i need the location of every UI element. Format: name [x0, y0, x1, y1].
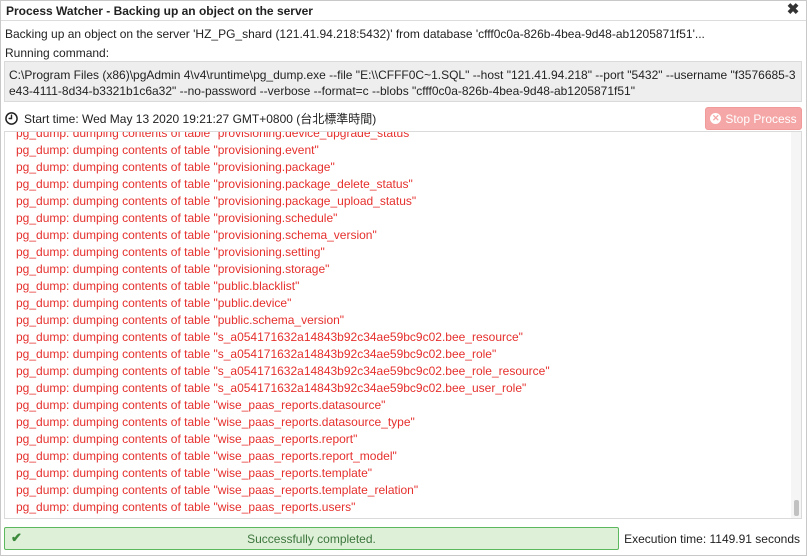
start-time: Start time: Wed May 13 2020 19:21:27 GMT…	[24, 111, 377, 126]
log-line: pg_dump: dumping contents of table "publ…	[16, 296, 292, 310]
log-line: pg_dump: dumping contents of table "wise…	[16, 500, 356, 514]
log-line: pg_dump: dumping contents of table "wise…	[16, 449, 397, 463]
log-line: pg_dump: dumping contents of table "publ…	[16, 313, 345, 327]
log-line: pg_dump: dumping contents of table "prov…	[16, 131, 414, 140]
process-description: Backing up an object on the server 'HZ_P…	[5, 27, 705, 41]
log-line: pg_dump: dumping contents of table "prov…	[16, 262, 330, 276]
title-bar[interactable]: Process Watcher - Backing up an object o…	[1, 1, 806, 21]
log-lines: pg_dump: dumping contents of table "prov…	[5, 131, 789, 516]
log-line: pg_dump: dumping contents of table "s_a0…	[16, 330, 523, 344]
log-line: pg_dump: dumping contents of table "prov…	[16, 160, 335, 174]
stop-process-button[interactable]: ✕ Stop Process	[705, 107, 802, 130]
command-label: Running command:	[5, 46, 110, 60]
stop-circle-icon: ✕	[710, 113, 722, 124]
scrollbar-thumb[interactable]	[794, 500, 799, 516]
status-message: Successfully completed.	[247, 532, 376, 546]
execution-time: Execution time: 1149.91 seconds	[624, 532, 800, 546]
log-line: pg_dump: dumping contents of table "s_a0…	[16, 347, 497, 361]
log-line: pg_dump: dumping contents of table "wise…	[16, 466, 373, 480]
start-time-row: Start time: Wed May 13 2020 19:21:27 GMT…	[5, 110, 376, 126]
log-line: pg_dump: dumping contents of table "wise…	[16, 415, 415, 429]
log-line: pg_dump: dumping contents of table "s_a0…	[16, 381, 527, 395]
log-line: pg_dump: dumping contents of table "wise…	[16, 432, 358, 446]
log-scrollbar[interactable]	[791, 132, 801, 518]
log-line: pg_dump: dumping contents of table "wise…	[16, 398, 386, 412]
dialog-title: Process Watcher - Backing up an object o…	[6, 4, 313, 18]
log-line: pg_dump: dumping contents of table "s_a0…	[16, 364, 550, 378]
log-line: pg_dump: dumping contents of table "prov…	[16, 211, 338, 225]
log-line: pg_dump: dumping contents of table "publ…	[16, 279, 300, 293]
log-line: pg_dump: dumping contents of table "prov…	[16, 177, 413, 191]
log-line: pg_dump: dumping contents of table "wise…	[16, 483, 419, 497]
close-icon[interactable]: ✖	[786, 2, 800, 18]
clock-icon	[5, 111, 18, 125]
log-line: pg_dump: dumping contents of table "prov…	[16, 245, 325, 259]
log-line: pg_dump: dumping contents of table "prov…	[16, 228, 377, 242]
process-log[interactable]: pg_dump: dumping contents of table "prov…	[4, 131, 802, 519]
stop-process-label: Stop Process	[725, 111, 797, 126]
process-watcher-dialog: Process Watcher - Backing up an object o…	[0, 0, 807, 556]
command-text: C:\Program Files (x86)\pgAdmin 4\v4\runt…	[4, 61, 802, 102]
status-bar-success: ✔ Successfully completed.	[4, 527, 619, 550]
log-line: pg_dump: dumping contents of table "prov…	[16, 143, 319, 157]
log-line: pg_dump: dumping contents of table "prov…	[16, 194, 417, 208]
